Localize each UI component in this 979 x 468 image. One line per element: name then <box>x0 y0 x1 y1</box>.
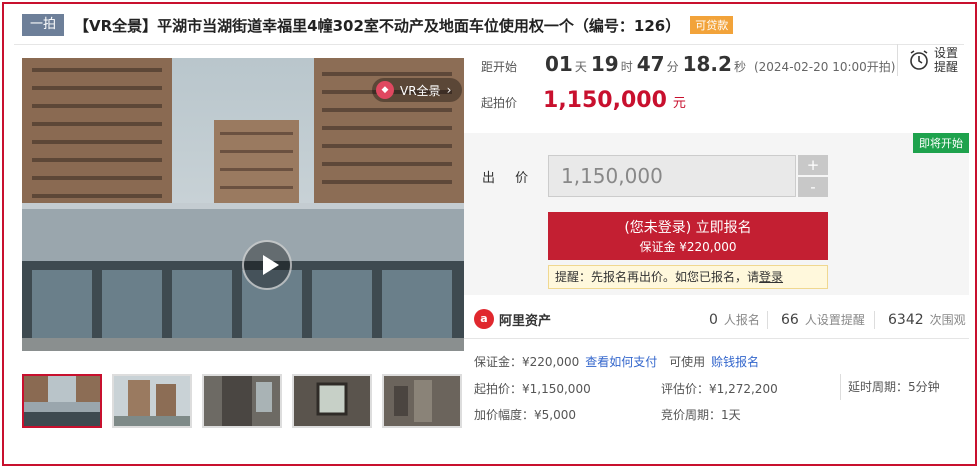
bid-increment: 加价幅度：¥5,000 <box>474 408 576 422</box>
deposit-info: 保证金：¥220,000 查看如何支付 可使用 赊钱报名 <box>474 353 759 370</box>
thumbnail-strip <box>22 374 472 428</box>
reminder-count-num: 66 <box>781 312 799 328</box>
vr-label: VR全景 <box>400 83 441 98</box>
signup-deposit-label: 保证金 ¥220,000 <box>639 240 737 254</box>
increase-bid-button[interactable]: + <box>798 155 828 175</box>
remind-line2: 提醒 <box>934 60 959 74</box>
thumbnail-5[interactable] <box>382 374 462 428</box>
detail-divider <box>840 374 841 400</box>
play-video-button[interactable] <box>242 240 292 290</box>
start-price-value: 1,150,000 <box>543 88 667 113</box>
countdown-minute-unit: 分 <box>666 60 679 74</box>
signup-main-label: (您未登录) 立即报名 <box>624 220 752 236</box>
stats-row: a 阿里资产 0 人报名 66 人设置提醒 6342 次围观 <box>464 303 969 339</box>
deposit-label: 保证金：¥220,000 <box>474 355 580 369</box>
bid-panel: 即将开始 出 价 1,150,000 + - (您未登录) 立即报名 保证金 ¥… <box>464 133 969 295</box>
signup-count: 0 人报名 <box>709 311 760 328</box>
view-count-num: 6342 <box>888 312 924 328</box>
deposit-usable-label: 可使用 <box>669 355 706 369</box>
set-reminder-button[interactable]: 设置 提醒 <box>908 46 958 74</box>
signup-count-unit: 人报名 <box>723 313 760 327</box>
countdown-label: 距开始 <box>481 60 518 74</box>
bidding-period: 竞价周期：1天 <box>661 408 741 422</box>
auction-status-badge: 即将开始 <box>913 133 969 153</box>
countdown-hour-unit: 时 <box>620 60 633 74</box>
chevron-right-icon: › <box>446 83 452 97</box>
signup-hint: 提醒：先报名再出价。如您已报名，请登录 <box>548 265 828 289</box>
auction-start-time: (2024-02-20 10:00开拍) <box>753 60 896 74</box>
stat-divider <box>767 311 768 329</box>
title-bar: 一拍 【VR全景】平湖市当湖街道幸福里4幢302室不动产及地面车位使用权一个（编… <box>22 14 734 36</box>
delay-period: 延时周期：5分钟 <box>848 380 940 394</box>
countdown-minutes: 47 <box>636 52 665 76</box>
bid-label: 出 价 <box>482 171 537 186</box>
ali-logo-icon: a <box>474 309 494 329</box>
countdown-seconds: 18.2 <box>682 52 732 76</box>
alarm-clock-icon <box>910 50 928 70</box>
stat-divider <box>874 311 875 329</box>
bid-amount-input[interactable]: 1,150,000 <box>548 155 796 197</box>
ali-assets-label: 阿里资产 <box>499 313 552 329</box>
decrease-bid-button[interactable]: - <box>798 177 828 197</box>
bid-stepper: + - <box>798 155 828 199</box>
vr-panorama-button[interactable]: ◆ VR全景 › <box>372 78 462 102</box>
countdown-day-unit: 天 <box>574 60 587 74</box>
thumbnail-3[interactable] <box>202 374 282 428</box>
auction-type-tag: 一拍 <box>22 14 65 36</box>
remind-line1: 设置 <box>934 46 959 60</box>
view-count: 6342 次围观 <box>888 311 966 328</box>
view-count-unit: 次围观 <box>929 313 966 327</box>
ali-assets-logo[interactable]: a 阿里资产 <box>474 309 551 329</box>
page-title: 【VR全景】平湖市当湖街道幸福里4幢302室不动产及地面车位使用权一个（编号：1… <box>74 16 681 35</box>
how-to-pay-link[interactable]: 查看如何支付 <box>585 355 657 369</box>
signup-button[interactable]: (您未登录) 立即报名 保证金 ¥220,000 <box>548 212 828 260</box>
title-divider <box>14 44 964 45</box>
thumbnail-4[interactable] <box>292 374 372 428</box>
credit-signup-link[interactable]: 赊钱报名 <box>711 355 759 369</box>
thumbnail-1[interactable] <box>22 374 102 428</box>
countdown-days: 01 <box>545 52 573 76</box>
start-price-unit: 元 <box>672 96 686 111</box>
loan-badge: 可贷款 <box>690 16 734 34</box>
countdown-second-unit: 秒 <box>733 60 746 74</box>
start-price-label: 起拍价 <box>481 96 518 110</box>
start-price-row: 起拍价 1,150,000 元 <box>481 88 686 113</box>
signup-count-num: 0 <box>709 312 718 328</box>
login-link[interactable]: 登录 <box>759 270 783 284</box>
vr-icon: ◆ <box>376 81 394 99</box>
start-price-detail: 起拍价：¥1,150,000 <box>474 382 591 396</box>
reminder-count-unit: 人设置提醒 <box>804 313 865 327</box>
appraisal-price: 评估价：¥1,272,200 <box>661 382 778 396</box>
remind-divider <box>897 44 898 76</box>
thumbnail-2[interactable] <box>112 374 192 428</box>
countdown-hours: 19 <box>590 52 619 76</box>
reminder-count: 66 人设置提醒 <box>781 311 865 328</box>
hint-text: 提醒：先报名再出价。如您已报名，请 <box>555 270 760 284</box>
countdown-row: 距开始 01 天 19 时 47 分 18.2 秒 (2024-02-20 10… <box>481 52 895 76</box>
